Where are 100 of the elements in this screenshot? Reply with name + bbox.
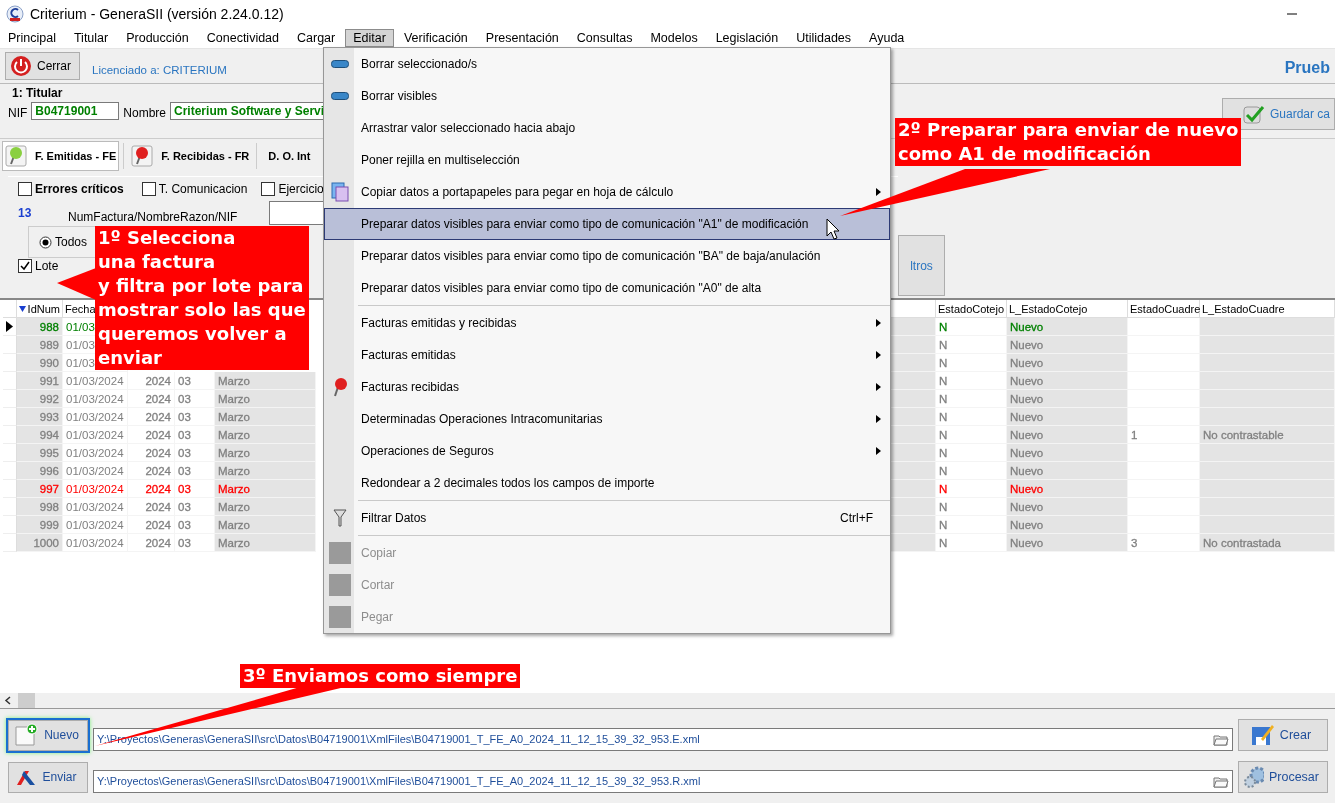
mouse-cursor-icon (826, 218, 840, 240)
action-button[interactable]: Crear (1238, 719, 1328, 751)
table-cell: Marzo (215, 372, 316, 390)
menu-item[interactable]: Cargar (289, 29, 344, 47)
checkbox[interactable]: Ejercicio (261, 182, 324, 196)
table-cell: Nuevo (1007, 462, 1128, 480)
nif-label: NIF (8, 106, 28, 120)
table-cell: Marzo (215, 462, 316, 480)
menu-item[interactable]: Preparar datos visibles para enviar como tipo de comunicación "BA" de baja/anulación (324, 240, 890, 272)
column-header[interactable]: EstadoCuadre (1128, 300, 1200, 318)
filter-button[interactable]: ltros (898, 235, 945, 296)
table-cell: Nuevo (1007, 426, 1128, 444)
table-cell: Nuevo (1007, 408, 1128, 426)
nif-field[interactable]: B04719001 (31, 102, 120, 120)
new-document-icon (13, 723, 40, 747)
menu-item[interactable]: Titular (65, 29, 117, 47)
table-cell: 01/03 (66, 320, 95, 333)
table-cell: 01/03 (66, 338, 95, 351)
checkbox[interactable]: Errores críticos (18, 182, 124, 196)
file-path-field[interactable]: Y:\Proyectos\Generas\GeneraSII\src\Datos\B04719001\XmlFiles\B04719001_T_FE_A0_2024_11_12_15_39_32_953.R.xml (93, 769, 1233, 793)
table-cell: Marzo (215, 516, 316, 534)
menu-item[interactable]: Filtrar Datos Ctrl+F (324, 502, 890, 534)
table-cell: No contrastada (1200, 534, 1335, 552)
menu-item[interactable]: Poner rejilla en multiselección (324, 144, 890, 176)
window-title: Criterium - GeneraSII (versión 2.24.0.12) (30, 6, 285, 22)
menu-item[interactable]: Preparar datos visibles para enviar como tipo de comunicación "A0" de alta (324, 272, 890, 304)
column-header[interactable]: Fecha (65, 302, 96, 315)
checkmark-icon (1242, 104, 1265, 124)
table-cell: Marzo (215, 390, 316, 408)
table-cell: Nuevo (1007, 318, 1128, 336)
table-cell: 01/03/2024 (66, 518, 124, 531)
close-button[interactable]: Cerrar (5, 52, 80, 80)
environment-label: Prueb (1284, 59, 1330, 77)
table-cell: 990 (17, 354, 63, 372)
table-cell: Marzo (215, 426, 316, 444)
table-cell: 2024 (128, 480, 175, 498)
table-cell: 01/03/2024 (66, 536, 124, 549)
table-cell: 2024 (128, 444, 175, 462)
table-cell: 988 (17, 318, 63, 336)
table-cell: 2024 (128, 372, 175, 390)
tab[interactable]: D. O. Int (261, 141, 314, 171)
column-header[interactable]: L_EstadoCotejo (1007, 300, 1128, 318)
menu-item[interactable]: Editar (345, 29, 394, 47)
menu-item[interactable]: Conectividad (198, 29, 287, 47)
menu-item[interactable]: Verificación (395, 29, 476, 47)
current-row-icon (6, 321, 13, 332)
callout: 2º Preparar para enviar de nuevo como A1 de modificación (895, 118, 1242, 166)
submenu-arrow-icon (876, 188, 881, 196)
table-cell: 2024 (128, 534, 175, 552)
tab[interactable]: F. Emitidas - FE (2, 141, 120, 171)
menu-item[interactable]: Presentación (477, 29, 567, 47)
menu-item[interactable]: Producción (118, 29, 197, 47)
scrollbar-thumb[interactable] (18, 693, 35, 708)
column-header[interactable]: IdNum (17, 300, 63, 318)
table-cell: 2024 (128, 408, 175, 426)
menu-item[interactable]: Facturas emitidas (324, 339, 890, 371)
menu-item[interactable]: Modelos (642, 29, 706, 47)
menu-item[interactable]: Ayuda (861, 29, 913, 47)
disabled-icon (329, 606, 351, 628)
table-cell: Nuevo (1007, 444, 1128, 462)
column-header[interactable]: EstadoCotejo (936, 300, 1007, 318)
table-cell: 01/03/2024 (66, 464, 124, 477)
menu-item[interactable]: Legislación (707, 29, 787, 47)
menu-item[interactable]: Borrar seleccionado/s (324, 48, 890, 80)
tab[interactable]: F. Recibidas - FR (128, 141, 253, 171)
menu-item[interactable]: Utilidades (788, 29, 860, 47)
checkbox[interactable]: T. Comunicacion (141, 182, 248, 196)
action-button[interactable]: Enviar (8, 761, 88, 793)
column-header[interactable] (890, 300, 936, 318)
checkbox[interactable]: Lote (18, 259, 59, 273)
menu-item[interactable]: Operaciones de Seguros (324, 435, 890, 467)
table-cell: 01/03/2024 (66, 392, 124, 405)
menu-item[interactable]: Determinadas Operaciones Intracomunitarias (324, 403, 890, 435)
column-header[interactable]: L_EstadoCuadre (1200, 300, 1335, 318)
table-cell: 01/03/2024 (66, 428, 124, 441)
gears-icon (1243, 765, 1264, 789)
disabled-icon (329, 542, 351, 564)
menu-item[interactable]: Arrastrar valor seleccionado hacia abajo (324, 112, 890, 144)
menu-item[interactable]: Facturas emitidas y recibidas (324, 307, 890, 339)
menu-item[interactable]: Consultas (568, 29, 641, 47)
table-cell: Nuevo (1007, 498, 1128, 516)
table-cell: 995 (17, 444, 63, 462)
search-label: NumFactura/NombreRazon/NIF (68, 210, 238, 224)
menu-item[interactable]: Borrar visibles (324, 80, 890, 112)
table-cell: Marzo (215, 534, 316, 552)
pin-icon (131, 145, 154, 167)
menu-item[interactable]: Redondear a 2 decimales todos los campos de importe (324, 467, 890, 499)
clipboard-icon (331, 182, 349, 202)
menu-item[interactable]: Preparar datos visibles para enviar como tipo de comunicación "A1" de modificación (324, 208, 890, 240)
menu-item[interactable]: Facturas recibidas (324, 371, 890, 403)
action-button[interactable]: Nuevo (8, 719, 88, 751)
table-cell: 1000 (17, 534, 63, 552)
menu-item[interactable]: Principal (0, 29, 64, 47)
folder-icon[interactable] (1213, 774, 1229, 788)
callout: 3º Enviamos como siempre (240, 664, 521, 688)
table-cell: 01/03/2024 (66, 446, 124, 459)
action-button[interactable]: Procesar (1238, 761, 1328, 793)
submenu-arrow-icon (876, 319, 881, 327)
folder-icon[interactable] (1213, 732, 1229, 746)
app-icon (6, 4, 24, 24)
